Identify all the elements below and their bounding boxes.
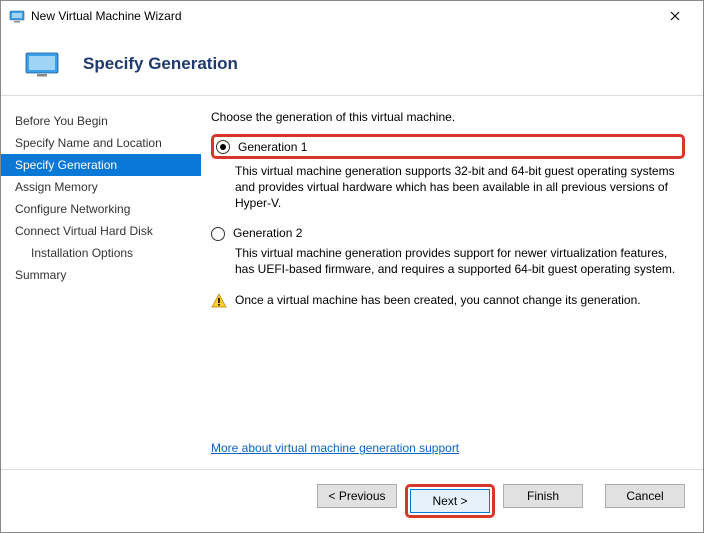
sidebar-item-specify-generation[interactable]: Specify Generation (1, 154, 201, 176)
gen2-label[interactable]: Generation 2 (233, 226, 302, 240)
intro-text: Choose the generation of this virtual ma… (211, 110, 685, 124)
sidebar-item-connect-vhd[interactable]: Connect Virtual Hard Disk (1, 220, 201, 242)
body: Before You Begin Specify Name and Locati… (1, 96, 703, 469)
footer: < Previous Next > Finish Cancel (1, 469, 703, 532)
gen1-label[interactable]: Generation 1 (238, 140, 307, 154)
gen2-description: This virtual machine generation provides… (235, 245, 685, 277)
radio-gen2[interactable] (211, 227, 225, 241)
warning-text: Once a virtual machine has been created,… (235, 293, 641, 307)
radio-gen1[interactable] (216, 140, 230, 154)
titlebar: New Virtual Machine Wizard (1, 1, 703, 31)
window-title: New Virtual Machine Wizard (31, 9, 182, 23)
content: Choose the generation of this virtual ma… (201, 96, 703, 469)
warning-row: Once a virtual machine has been created,… (211, 293, 685, 309)
gen1-highlight: Generation 1 (211, 134, 685, 159)
gen2-option: Generation 2 (211, 224, 685, 243)
sidebar-item-summary[interactable]: Summary (1, 264, 201, 286)
wizard-window: New Virtual Machine Wizard Specify Gener… (0, 0, 704, 533)
previous-button[interactable]: < Previous (317, 484, 397, 508)
sidebar-item-before-you-begin[interactable]: Before You Begin (1, 110, 201, 132)
sidebar-item-assign-memory[interactable]: Assign Memory (1, 176, 201, 198)
header: Specify Generation (1, 31, 703, 96)
gen1-description: This virtual machine generation supports… (235, 163, 685, 212)
sidebar: Before You Begin Specify Name and Locati… (1, 96, 201, 469)
titlebar-left: New Virtual Machine Wizard (9, 8, 182, 24)
cancel-button[interactable]: Cancel (605, 484, 685, 508)
close-button[interactable] (655, 2, 695, 30)
finish-button[interactable]: Finish (503, 484, 583, 508)
sidebar-item-specify-name-location[interactable]: Specify Name and Location (1, 132, 201, 154)
page-title: Specify Generation (83, 54, 238, 74)
learn-more-link[interactable]: More about virtual machine generation su… (211, 441, 685, 455)
next-button[interactable]: Next > (410, 489, 490, 513)
next-highlight: Next > (405, 484, 495, 518)
vm-icon (9, 8, 25, 24)
sidebar-item-configure-networking[interactable]: Configure Networking (1, 198, 201, 220)
sidebar-item-installation-options[interactable]: Installation Options (1, 242, 201, 264)
warning-icon (211, 293, 227, 309)
vm-header-icon (25, 51, 59, 77)
